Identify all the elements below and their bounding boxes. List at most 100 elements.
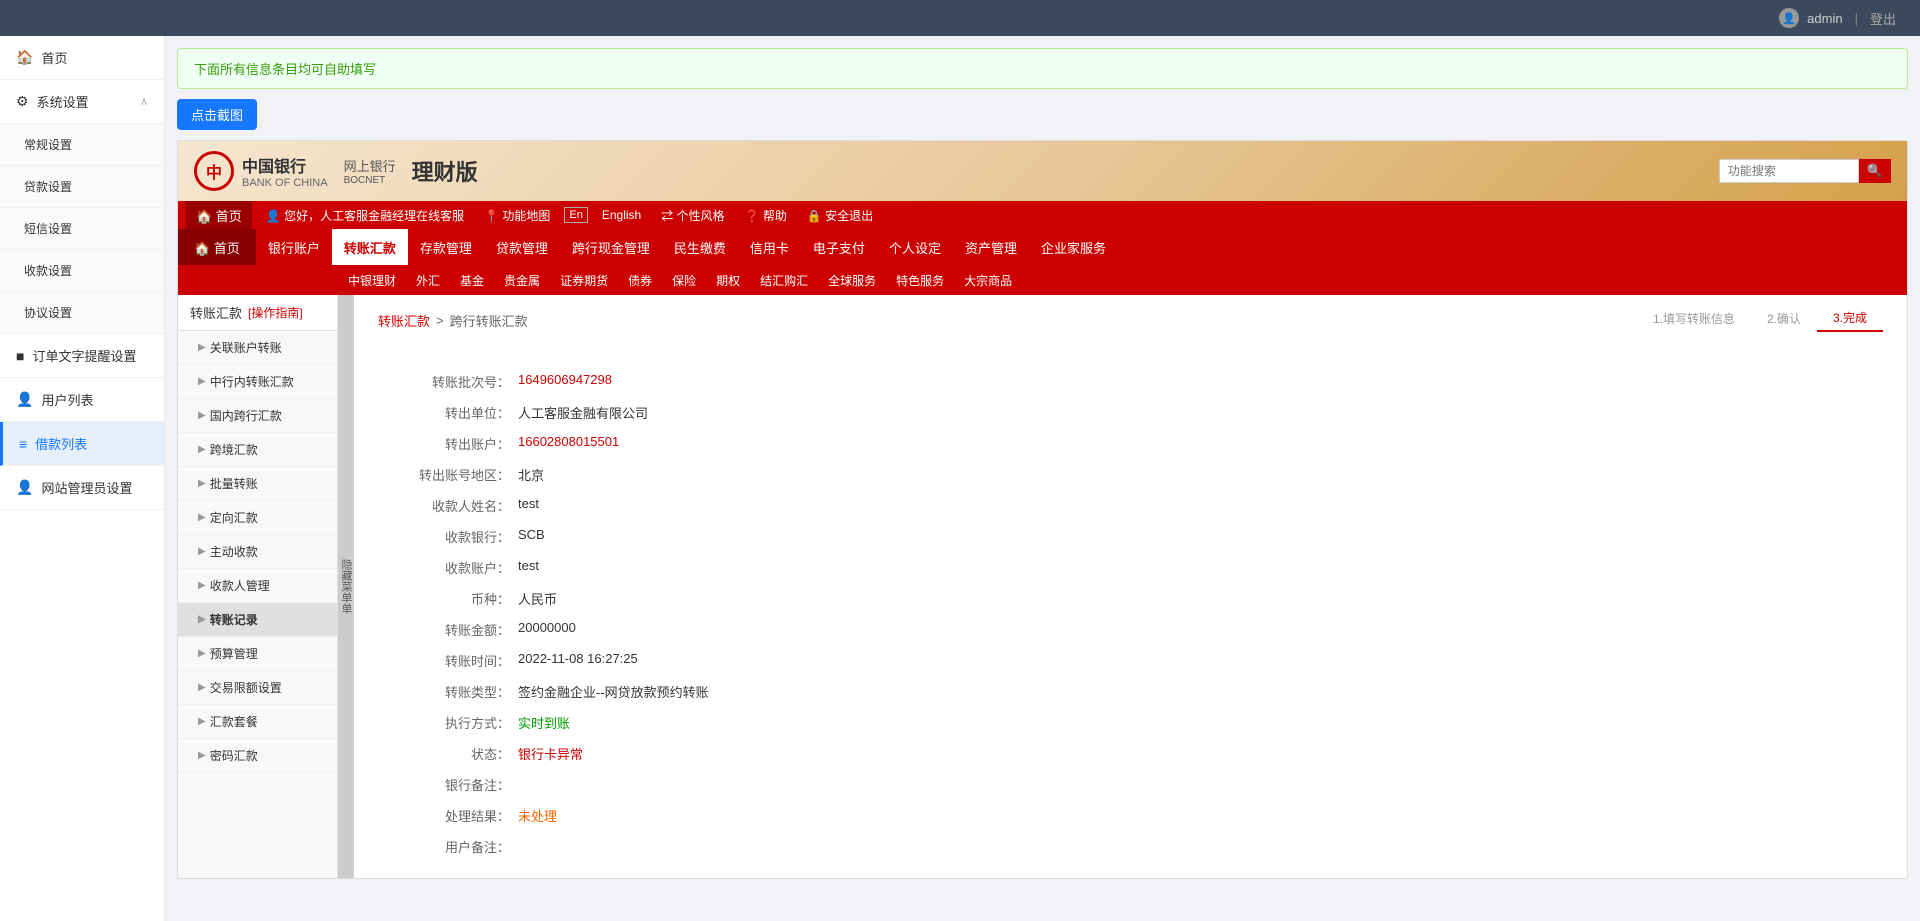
sidebar-item-loan-list[interactable]: ≡ 借款列表 xyxy=(0,422,164,466)
bank-left-active-receive[interactable]: ▶ 主动收款 xyxy=(178,535,337,569)
gear-icon: ⚙ xyxy=(16,93,29,110)
notice-bar: 下面所有信息条目均可自助填写 xyxy=(177,48,1908,89)
bank-submenu-forex[interactable]: 外汇 xyxy=(406,265,450,295)
detail-row-exec-method: 执行方式： 实时到账 xyxy=(378,707,1883,738)
detail-row-transfer-region: 转出账号地区： 北京 xyxy=(378,459,1883,490)
bank-left-password-remit[interactable]: ▶ 密码汇款 xyxy=(178,739,337,773)
bank-op-guide-link[interactable]: [操作指南] xyxy=(248,304,303,321)
sidebar-item-protocol-settings[interactable]: 协议设置 xyxy=(0,292,164,334)
bank-submenu: 中银理财 外汇 基金 贵金属 证券期货 债券 保险 期权 结汇购汇 全球服务 特… xyxy=(178,265,1907,295)
sidebar-item-payment-settings[interactable]: 收款设置 xyxy=(0,250,164,292)
bank-menu-cross-border[interactable]: 跨行现金管理 xyxy=(560,229,662,265)
bank-menu-epay[interactable]: 电子支付 xyxy=(801,229,877,265)
bank-submenu-zhongyin[interactable]: 中银理财 xyxy=(338,265,406,295)
bank-left-domestic-cross[interactable]: ▶ 国内跨行汇款 xyxy=(178,399,337,433)
sidebar-home-label: 首页 xyxy=(41,48,67,67)
bank-nav-help[interactable]: ❓ 帮助 xyxy=(739,207,793,224)
bank-menu-enterprise[interactable]: 企业家服务 xyxy=(1029,229,1118,265)
detail-row-payee-bank: 收款银行： SCB xyxy=(378,521,1883,552)
sidebar-item-general-settings[interactable]: 常规设置 xyxy=(0,124,164,166)
tri-icon-password: ▶ xyxy=(198,750,206,761)
tri-icon-domestic: ▶ xyxy=(198,410,206,421)
bank-menu-credit[interactable]: 信用卡 xyxy=(738,229,801,265)
bank-submenu-insurance[interactable]: 保险 xyxy=(662,265,706,295)
bank-nav-style[interactable]: ⇄ 个性风格 xyxy=(655,207,730,224)
bank-left-directed[interactable]: ▶ 定向汇款 xyxy=(178,501,337,535)
bank-title-label: 理财版 xyxy=(412,155,478,187)
bank-submenu-securities[interactable]: 证券期货 xyxy=(550,265,618,295)
bank-submenu-bond[interactable]: 债券 xyxy=(618,265,662,295)
system-submenu: 常规设置 贷款设置 短信设置 收款设置 协议设置 xyxy=(0,124,164,334)
bank-submenu-global[interactable]: 全球服务 xyxy=(818,265,886,295)
sidebar-item-home[interactable]: 🏠 首页 xyxy=(0,36,164,80)
bank-left-package[interactable]: ▶ 汇款套餐 xyxy=(178,705,337,739)
sidebar-item-site-admin[interactable]: 👤 网站管理员设置 xyxy=(0,466,164,510)
site-admin-label: 网站管理员设置 xyxy=(41,478,132,497)
bank-left-cross-border[interactable]: ▶ 跨境汇款 xyxy=(178,433,337,467)
batch-no-value[interactable]: 1649606947298 xyxy=(518,372,612,391)
bank-menu-home-item[interactable]: 🏠 首页 xyxy=(178,229,256,265)
bank-menu-transfer[interactable]: 转账汇款 xyxy=(332,229,408,265)
bank-left-budget[interactable]: ▶ 预算管理 xyxy=(178,637,337,671)
logout-button[interactable]: 登出 xyxy=(1870,9,1896,28)
transfer-account-value[interactable]: 16602808015501 xyxy=(518,434,619,453)
bank-left-transfer-records[interactable]: ▶ 转账记录 xyxy=(178,603,337,637)
bank-main-area: 转账汇款 > 跨行转账汇款 1.填写转账信息 2.确认 3.完成 xyxy=(354,295,1907,878)
bank-left-batch[interactable]: ▶ 批量转账 xyxy=(178,467,337,501)
bank-left-inner-transfer[interactable]: ▶ 中行内转账汇款 xyxy=(178,365,337,399)
sidebar-item-order-text[interactable]: ■ 订单文字提醒设置 xyxy=(0,334,164,378)
bank-menu-asset[interactable]: 资产管理 xyxy=(953,229,1029,265)
bank-menu-deposit[interactable]: 存款管理 xyxy=(408,229,484,265)
payee-bank-value: SCB xyxy=(518,527,545,546)
transfer-account-label: 转出账户： xyxy=(378,434,518,453)
bank-name-label: 中国银行 xyxy=(242,153,328,177)
screenshot-button[interactable]: 点击截图 xyxy=(177,99,257,130)
bank-collapse-tab[interactable]: 隐藏菜单单 xyxy=(338,295,354,878)
breadcrumb-separator: > xyxy=(436,313,444,328)
detail-row-currency: 币种： 人民币 xyxy=(378,583,1883,614)
bank-menu-loan[interactable]: 贷款管理 xyxy=(484,229,560,265)
bank-submenu-commodity[interactable]: 大宗商品 xyxy=(954,265,1022,295)
bank-submenu-fund[interactable]: 基金 xyxy=(450,265,494,295)
bank-step-3: 3.完成 xyxy=(1817,305,1883,332)
breadcrumb-current: 跨行转账汇款 xyxy=(450,311,528,330)
breadcrumb-steps-row: 转账汇款 > 跨行转账汇款 1.填写转账信息 2.确认 3.完成 xyxy=(378,311,1883,346)
sidebar-item-loan-settings[interactable]: 贷款设置 xyxy=(0,166,164,208)
bank-menu-civil[interactable]: 民生缴费 xyxy=(662,229,738,265)
expand-arrow-icon: ∧ xyxy=(140,95,148,108)
inner-transfer-label: 中行内转账汇款 xyxy=(210,373,294,390)
bank-search-input[interactable] xyxy=(1719,159,1859,183)
bank-note-label: 银行备注： xyxy=(378,775,518,794)
detail-row-user-note: 用户备注： xyxy=(378,831,1883,862)
user-area: 👤 admin | 登出 xyxy=(1779,8,1896,28)
bank-search-button[interactable]: 🔍 xyxy=(1859,159,1891,183)
bank-nav-en[interactable]: En xyxy=(564,207,587,223)
breadcrumb-parent[interactable]: 转账汇款 xyxy=(378,311,430,330)
bank-left-limit[interactable]: ▶ 交易限额设置 xyxy=(178,671,337,705)
bank-menu-personal[interactable]: 个人设定 xyxy=(877,229,953,265)
transfer-records-label: 转账记录 xyxy=(210,611,258,628)
bank-left-payee-mgmt[interactable]: ▶ 收款人管理 xyxy=(178,569,337,603)
bank-submenu-precious[interactable]: 贵金属 xyxy=(494,265,550,295)
bank-step-1: 1.填写转账信息 xyxy=(1637,306,1751,331)
bank-submenu-options[interactable]: 期权 xyxy=(706,265,750,295)
username-label: admin xyxy=(1807,11,1842,26)
bank-submenu-exchange[interactable]: 结汇购汇 xyxy=(750,265,818,295)
general-settings-label: 常规设置 xyxy=(24,136,72,153)
bank-nav-english[interactable]: English xyxy=(596,208,647,222)
password-remit-label: 密码汇款 xyxy=(210,747,258,764)
user-list-icon: 👤 xyxy=(16,391,33,408)
detail-row-batch-no: 转账批次号： 1649606947298 xyxy=(378,366,1883,397)
bank-submenu-special[interactable]: 特色服务 xyxy=(886,265,954,295)
bank-bocnet-sub-label: BOCNET xyxy=(344,175,396,186)
bank-nav-map[interactable]: 📍 功能地图 xyxy=(478,207,556,224)
sidebar-item-user-list[interactable]: 👤 用户列表 xyxy=(0,378,164,422)
loan-list-icon: ≡ xyxy=(19,436,27,452)
bank-nav-logout[interactable]: 🔒 安全退出 xyxy=(801,207,879,224)
sidebar-item-system-settings[interactable]: ⚙ 系统设置 ∧ xyxy=(0,80,164,124)
loan-list-label: 借款列表 xyxy=(35,434,87,453)
bank-left-linked-account[interactable]: ▶ 关联账户转账 xyxy=(178,331,337,365)
bank-menu-bank-account[interactable]: 银行账户 xyxy=(256,229,332,265)
sidebar-item-sms-settings[interactable]: 短信设置 xyxy=(0,208,164,250)
collapse-label: 隐藏菜单单 xyxy=(336,555,356,618)
